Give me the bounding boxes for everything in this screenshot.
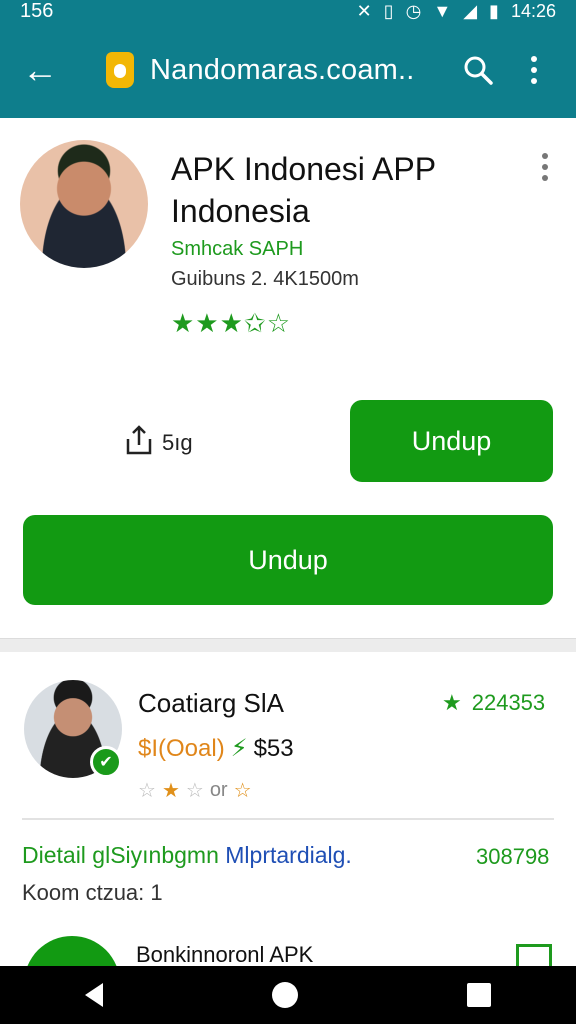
search-icon[interactable] [450, 42, 506, 98]
developer-name[interactable]: Smhcak SAPH [171, 238, 303, 261]
star-outline-icon: ☆ [233, 780, 252, 802]
related-rating-row: ☆ ★ ☆ or ☆ [138, 778, 252, 803]
star-filled-icon: ★ [161, 780, 180, 802]
battery-icon: ▮ [489, 0, 499, 21]
price-value: $53 [253, 734, 294, 762]
vibrate-icon: ▯ [383, 0, 394, 21]
star-empty-icon: ☆ [185, 780, 204, 802]
app-sub-info: Guibuns 2. 4K1500m [171, 268, 359, 290]
app-more-vert-icon[interactable] [530, 152, 560, 182]
card-divider [22, 818, 554, 820]
share-count: 5ıg [162, 429, 193, 455]
install-button-large[interactable]: Undup [23, 515, 553, 605]
section-divider [0, 638, 576, 652]
related-app-score: ★ 224353 [442, 690, 545, 716]
related-app-card[interactable]: ✔ Coatiarg SlA ★ 224353 $I(Ooal) ⚡ $53 ☆… [0, 652, 576, 996]
signal-icon: ◢ [463, 0, 478, 21]
koom-text: Koom ctzua: 1 [22, 880, 163, 905]
share-button[interactable]: 5ıg [124, 423, 193, 462]
app-rating-stars: ★★★✩☆ [171, 308, 292, 338]
url-bar[interactable]: Nandomaras.coam.. [106, 52, 450, 88]
detail-link[interactable]: Dietail glSiyınbgmn Mlprtardialg. [22, 842, 352, 869]
site-favicon-icon [106, 52, 134, 88]
related-app-title[interactable]: Coatiarg SlA [138, 688, 284, 719]
app-avatar [20, 140, 148, 268]
status-icons: ✕ ▯ ◷ ▼ ◢ ▮ 14:26 [357, 1, 556, 22]
verified-check-icon: ✔ [90, 746, 122, 778]
bolt-icon: ⚡ [230, 735, 248, 762]
nav-recents-icon[interactable] [467, 983, 492, 1007]
price-label: $I(Ooal) [138, 734, 225, 762]
detail-number: 308798 [476, 844, 550, 869]
status-time-left: 156 [20, 0, 54, 22]
price-row: $I(Ooal) ⚡ $53 [138, 734, 294, 763]
alarm-icon: ◷ [405, 0, 422, 21]
app-title: APK Indonesi APP Indonesia [171, 151, 436, 229]
status-time-right: 14:26 [510, 0, 556, 21]
score-star-icon: ★ [442, 690, 462, 715]
detail-link-green: Dietail glSiyınbgmn [22, 842, 226, 868]
share-icon [124, 423, 154, 462]
wifi-icon: ▼ [433, 0, 452, 21]
status-bar: 156 ✕ ▯ ◷ ▼ ◢ ▮ 14:26 [0, 0, 576, 22]
app-header-section: APK Indonesi APP Indonesia Smhcak SAPH G… [0, 118, 576, 638]
url-text: Nandomaras.coam.. [150, 53, 415, 86]
detail-link-blue: Mlprtardialg. [225, 842, 352, 868]
nav-back-icon[interactable] [84, 983, 103, 1007]
system-nav-bar [0, 966, 576, 1024]
back-arrow-icon[interactable]: ← [14, 44, 66, 96]
nav-home-icon[interactable] [271, 982, 298, 1008]
star-empty-icon: ☆ [138, 780, 156, 802]
install-button-small[interactable]: Undup [350, 400, 553, 482]
rating-text: or [209, 779, 228, 801]
bluetooth-icon: ✕ [356, 0, 372, 21]
score-value: 224353 [471, 690, 546, 715]
browser-toolbar: ← Nandomaras.coam.. [0, 22, 576, 118]
more-vert-icon[interactable] [506, 42, 562, 98]
next-app-title[interactable]: Bonkinnoronl APK [136, 942, 313, 968]
